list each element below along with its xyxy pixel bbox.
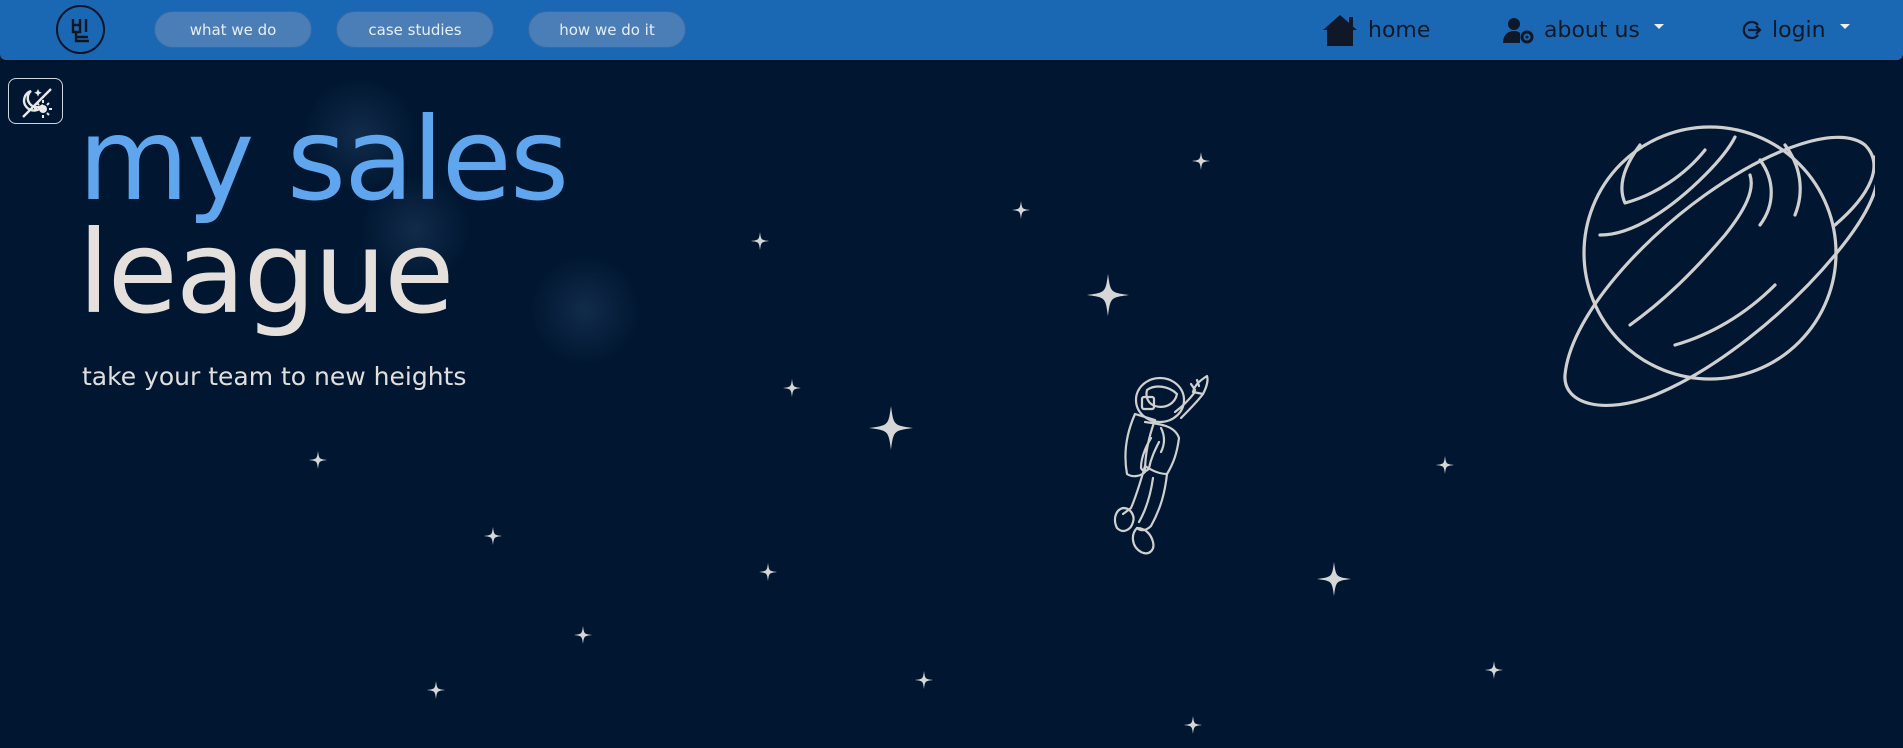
sparkle-star <box>1436 456 1454 474</box>
sparkle-star <box>309 451 327 469</box>
sparkle-star <box>1317 562 1351 596</box>
sparkle-star <box>1192 152 1210 170</box>
sparkle-star <box>1184 716 1202 734</box>
planet-illustration <box>1563 125 1875 407</box>
sparkle-star <box>427 681 445 699</box>
sparkle-star <box>1087 274 1129 316</box>
sparkle-star <box>1012 201 1030 219</box>
sparkle-star <box>869 406 913 450</box>
sparkle-star <box>751 232 769 250</box>
sparkle-star <box>915 671 933 689</box>
sparkle-star <box>783 379 801 397</box>
sparkle-star <box>484 527 502 545</box>
sparkle-star <box>759 563 777 581</box>
sparkle-star <box>1485 661 1503 679</box>
sparkle-star <box>574 626 592 644</box>
astronaut-illustration <box>1113 374 1209 555</box>
